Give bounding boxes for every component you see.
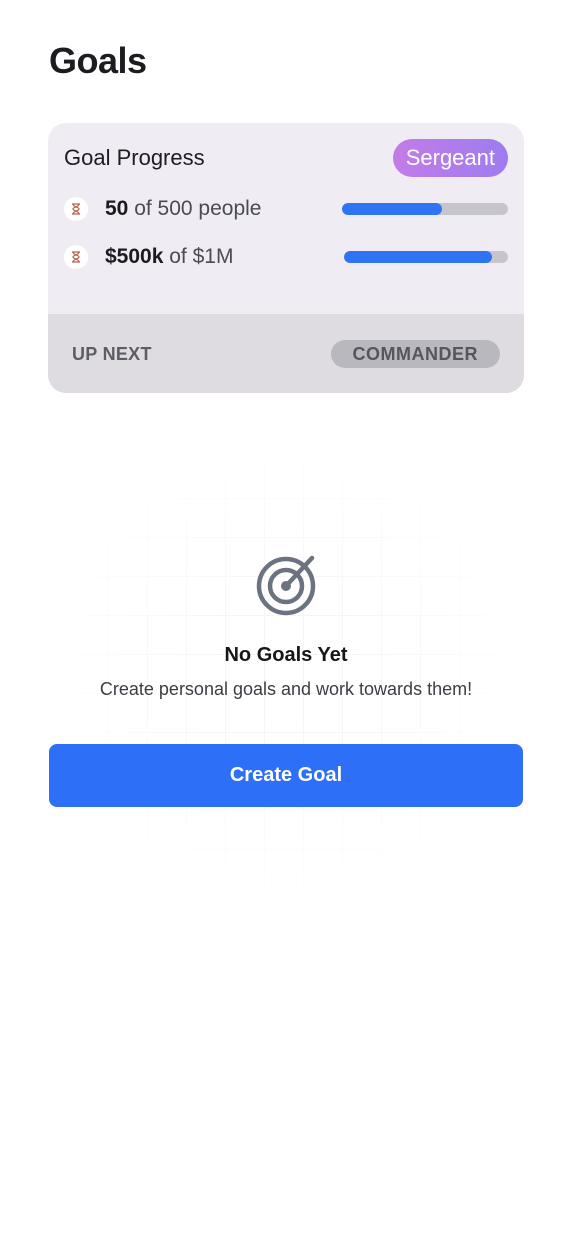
rank-badge: Sergeant [392, 139, 508, 177]
hourglass-icon [64, 245, 88, 269]
metric-row-revenue: $500k of $1M [64, 244, 508, 270]
progress-bar-fill [344, 251, 492, 263]
card-footer: UP NEXT COMMANDER [48, 314, 524, 393]
up-next-label: UP NEXT [72, 344, 152, 364]
metric-text: $500k of $1M [105, 244, 233, 270]
empty-state-title: No Goals Yet [224, 644, 348, 666]
create-goal-button[interactable]: Create Goal [49, 744, 523, 807]
next-rank-badge: COMMANDER [330, 340, 500, 368]
metric-row-people: 50 of 500 people [64, 196, 508, 222]
metric-value: 50 [105, 197, 129, 220]
grid-background [30, 420, 542, 920]
target-icon [256, 555, 316, 616]
metric-target: of $1M [169, 245, 234, 268]
empty-state-subtitle: Create personal goals and work towards t… [99, 679, 473, 699]
goal-progress-card: Goal Progress Sergeant 50 of 500 people … [48, 123, 524, 393]
page-title: Goals [49, 40, 147, 81]
card-title: Goal Progress [64, 145, 205, 170]
metric-text: 50 of 500 people [105, 196, 262, 222]
metric-target: of 500 people [134, 197, 262, 220]
progress-bar [344, 251, 508, 263]
progress-bar-fill [342, 203, 442, 215]
progress-bar [342, 203, 508, 215]
metric-value: $500k [105, 245, 164, 268]
hourglass-icon [64, 197, 88, 221]
